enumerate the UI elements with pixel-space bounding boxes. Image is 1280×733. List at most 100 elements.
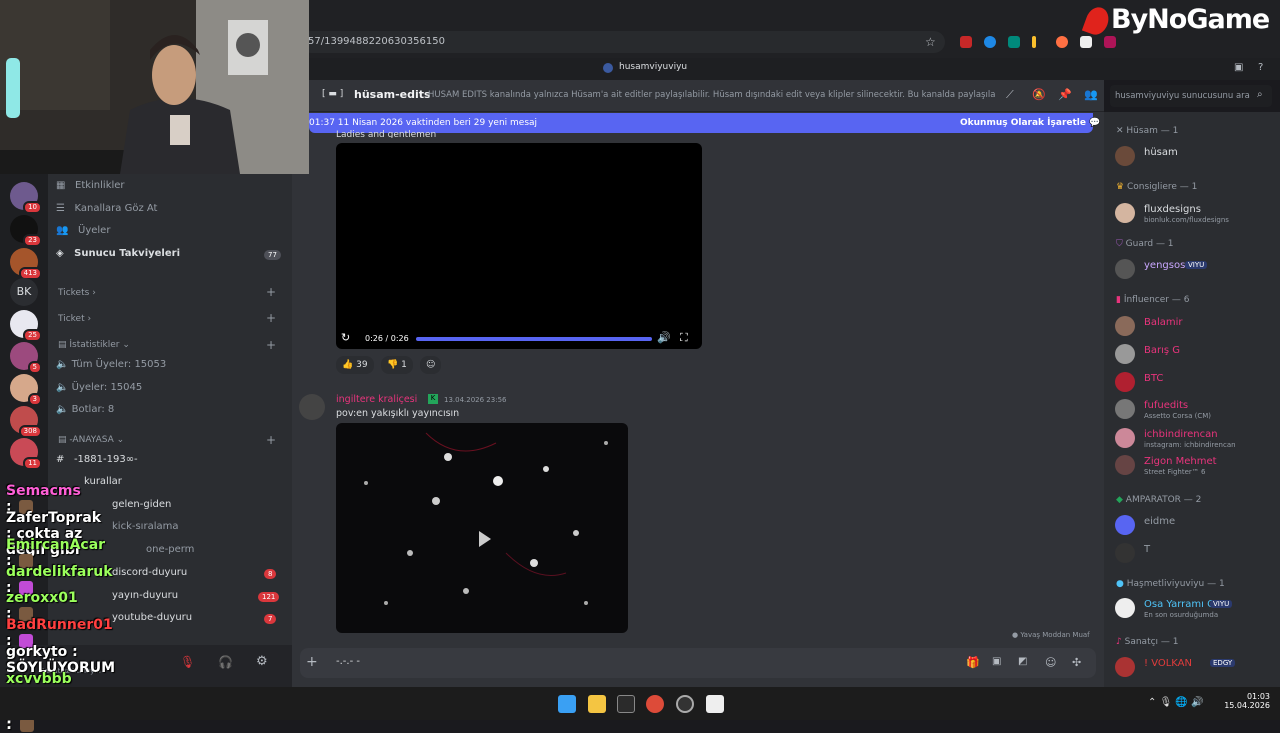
sidebar-item-events[interactable]: ▦ Etkinlikler	[56, 180, 125, 191]
voice-channel[interactable]: 🔈 Botlar: 8	[56, 404, 114, 415]
guitar-icon: ♪	[1116, 637, 1122, 647]
extension-icon[interactable]	[1056, 36, 1068, 48]
voice-channel[interactable]: 🔈 Üyeler: 15045	[56, 382, 142, 393]
start-icon[interactable]	[558, 695, 576, 713]
extension-icon[interactable]	[960, 36, 972, 48]
member-row[interactable]: hüsam	[1115, 146, 1275, 170]
help-icon[interactable]: ?	[1258, 62, 1263, 73]
apps-icon[interactable]: ✣	[1072, 656, 1081, 669]
chrome-icon[interactable]	[646, 695, 664, 713]
sidebar-item-browse-channels[interactable]: ☰ Kanallara Göz At	[56, 203, 157, 214]
member-row[interactable]: fufuedits Assetto Corsa (CM)	[1115, 399, 1275, 423]
search-input[interactable]: husamviyuviyu sunucusunu ara	[1110, 85, 1272, 107]
member-row[interactable]: Osa Yarramı O... VIYU En son osurduğumda	[1115, 598, 1275, 622]
member-row[interactable]: Zigon Mehmet Street Fighter™ 6	[1115, 455, 1275, 479]
voice-channel[interactable]: 🔈 Tüm Üyeler: 15053	[56, 359, 166, 370]
server-icon[interactable]: 308	[10, 406, 42, 438]
server-icon[interactable]: BK	[10, 278, 38, 306]
text-channel[interactable]: yayın-duyuru	[112, 590, 178, 601]
bookmark-star-icon[interactable]: ☆	[925, 35, 936, 49]
server-icon[interactable]: 3	[10, 374, 42, 406]
chat-username: gorkyto	[6, 644, 68, 660]
fullscreen-icon[interactable]: ⛶	[680, 331, 688, 345]
member-row[interactable]: ! VOLKAN EDGY	[1115, 657, 1275, 681]
member-list-icon[interactable]: 👥	[1084, 88, 1098, 101]
obs-icon[interactable]	[676, 695, 694, 713]
category-anayasa[interactable]: ▤ -ANAYASA ⌄	[58, 435, 124, 445]
add-channel-icon[interactable]: +	[266, 285, 276, 299]
gif-icon[interactable]: ▣	[992, 656, 1001, 667]
sidebar-item-members[interactable]: 👥 Üyeler	[56, 225, 110, 236]
pin-icon[interactable]: 📌	[1058, 88, 1072, 101]
category-stats[interactable]: ▤ İstatistikler ⌄	[58, 340, 130, 350]
clock[interactable]: 01:03 15.04.2026	[1220, 692, 1270, 710]
member-row[interactable]: BTC	[1115, 372, 1275, 396]
member-row[interactable]: eidme	[1115, 515, 1275, 539]
text-channel[interactable]: discord-duyuru	[112, 567, 187, 578]
settings-gear-icon[interactable]: ⚙	[256, 654, 268, 669]
slowmode-note: ● Yavaş Moddan Muaf	[1012, 631, 1090, 639]
headset-icon[interactable]: 🎧	[218, 655, 233, 669]
threads-icon[interactable]: ⟋	[1006, 88, 1014, 102]
system-tray-icons[interactable]: ⌃ 🎙 🌐 🔊	[1148, 697, 1204, 708]
replay-icon[interactable]: ↻	[341, 331, 350, 344]
text-channel[interactable]: # -1881-193∞-	[56, 454, 138, 465]
avatar[interactable]	[299, 394, 325, 420]
file-explorer-icon[interactable]	[588, 695, 606, 713]
reaction-thumbs-up[interactable]: 👍 39	[336, 356, 374, 374]
server-icon[interactable]: 11	[10, 438, 42, 470]
text-channel[interactable]: youtube-duyuru	[112, 612, 192, 623]
server-icon[interactable]: 413	[10, 248, 42, 280]
sidebar-item-boosts[interactable]: ◈ Sunucu Takviyeleri	[56, 248, 180, 259]
add-channel-icon[interactable]: +	[266, 338, 276, 352]
search-icon: ⌕	[1257, 89, 1263, 100]
emoji-icon[interactable]: ☺	[1045, 656, 1056, 669]
video-progress-bar[interactable]	[416, 337, 652, 341]
category-tickets[interactable]: Tickets ›	[58, 288, 96, 298]
add-attachment-icon[interactable]: +	[306, 654, 318, 670]
volume-icon[interactable]: 🔊	[657, 331, 671, 344]
mute-icon[interactable]: 🎙	[180, 655, 195, 669]
text-channel[interactable]: kurallar	[84, 476, 122, 487]
add-reaction-icon[interactable]: ☺	[420, 356, 442, 374]
channel-topic[interactable]: HÜSAM EDİTS kanalında yalnızca Hüsam'a a…	[428, 90, 996, 100]
terminal-icon[interactable]	[617, 695, 635, 713]
member-row[interactable]: T	[1115, 543, 1275, 567]
unread-count: 121	[258, 592, 280, 602]
server-icon[interactable]: 5	[10, 342, 42, 374]
message-input[interactable]: -.-.- -	[336, 656, 360, 667]
inbox-icon[interactable]: ▣	[1234, 62, 1243, 73]
drop-icon: ●	[1116, 579, 1124, 589]
add-channel-icon[interactable]: +	[266, 433, 276, 447]
server-icon[interactable]: 23	[10, 215, 42, 247]
member-row[interactable]: ichbindirencan instagram: ichbindirencan	[1115, 428, 1275, 452]
category-ticket[interactable]: Ticket ›	[58, 314, 91, 324]
video-player[interactable]	[336, 143, 702, 349]
notifications-icon[interactable]: 🔕	[1032, 88, 1046, 101]
sticker-icon[interactable]: ◩	[1018, 656, 1027, 667]
text-channel[interactable]: kick-sıralama	[112, 521, 178, 532]
extension-icon[interactable]	[1008, 36, 1020, 48]
server-icon[interactable]: 10	[10, 182, 42, 214]
list-icon: ☰	[56, 203, 65, 214]
gift-icon[interactable]: 🎁	[966, 656, 980, 669]
extension-icon[interactable]	[1032, 36, 1036, 48]
text-channel[interactable]: one-perm	[146, 544, 194, 555]
member-row[interactable]: fluxdesigns bionluk.com/fluxdesigns	[1115, 203, 1275, 227]
thumbs-up-icon: 👍	[342, 360, 354, 370]
member-row[interactable]: Barış G	[1115, 344, 1275, 368]
member-row[interactable]: Balamir	[1115, 316, 1275, 340]
boost-icon: ◈	[56, 248, 64, 259]
document-icon[interactable]	[706, 695, 724, 713]
address-bar[interactable]: 57/1399488220630356150	[300, 31, 945, 53]
member-row[interactable]: yengsos VIYU	[1115, 259, 1275, 283]
reaction-thumbs-down[interactable]: 👎 1	[381, 356, 413, 374]
extension-icon[interactable]	[984, 36, 996, 48]
mark-read-button[interactable]: Okunmuş Olarak İşaretle 💬	[960, 118, 1100, 128]
message-author[interactable]: ingiltere kraliçesi	[336, 394, 417, 405]
server-icon[interactable]: 25	[10, 310, 42, 342]
video-player[interactable]	[336, 423, 628, 633]
text-channel[interactable]: gelen-giden	[112, 499, 171, 510]
member-name: fluxdesigns	[1144, 204, 1201, 215]
add-channel-icon[interactable]: +	[266, 311, 276, 325]
